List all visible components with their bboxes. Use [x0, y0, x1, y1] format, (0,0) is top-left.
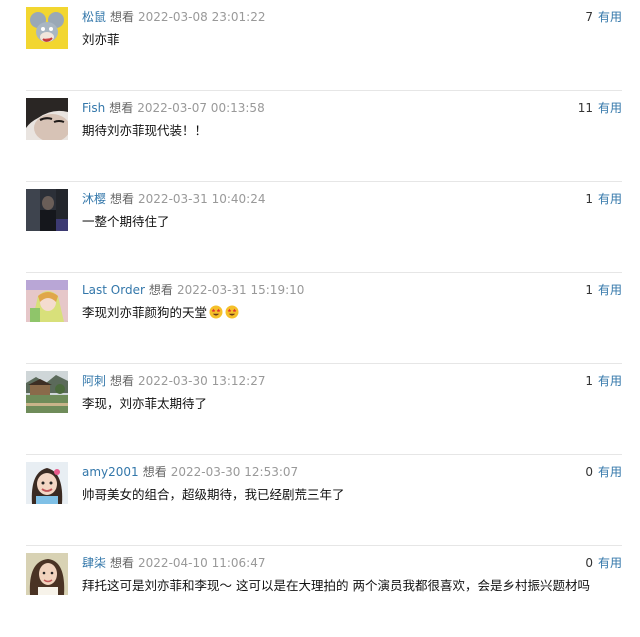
- timestamp: 2022-03-30 12:53:07: [170, 465, 299, 479]
- timestamp: 2022-03-31 10:40:24: [138, 192, 266, 206]
- vote-area: 1 有用: [585, 191, 622, 207]
- child-portrait-avatar[interactable]: [26, 462, 68, 504]
- comment-item: Last Order 想看 2022-03-31 15:19:10 1 有用 李现刘亦…: [26, 273, 622, 364]
- username-link[interactable]: Fish: [82, 101, 105, 115]
- comment-item: 沐樱 想看 2022-03-31 10:40:24 1 有用 一整个期待住了: [26, 182, 622, 273]
- vote-count: 0: [585, 465, 593, 479]
- comment-text: 一整个期待住了: [82, 214, 170, 229]
- comment-meta: amy2001 想看 2022-03-30 12:53:07: [82, 464, 298, 480]
- status-label: 想看: [109, 101, 134, 115]
- comment-item: 松鼠 想看 2022-03-08 23:01:22 7 有用 刘亦菲: [26, 0, 622, 91]
- username-link[interactable]: amy2001: [82, 465, 139, 479]
- vote-count: 1: [585, 374, 593, 388]
- comment-item: Fish 想看 2022-03-07 00:13:58 11 有用 期待刘亦菲现代装！…: [26, 91, 622, 182]
- username-link[interactable]: Last Order: [82, 283, 145, 297]
- comment-text: 刘亦菲: [82, 32, 120, 47]
- comment-list: 松鼠 想看 2022-03-08 23:01:22 7 有用 刘亦菲 Fish 想看 20…: [0, 0, 640, 637]
- status-label: 想看: [110, 192, 135, 206]
- vote-count: 0: [585, 556, 593, 570]
- comment-text: 拜托这可是刘亦菲和李现～ 这可以是在大理拍的 两个演员我都很喜欢，会是乡村振兴题…: [82, 578, 590, 593]
- comment-item: 阿刺 想看 2022-03-30 13:12:27 1 有用 李现，刘亦菲太期待了: [26, 364, 622, 455]
- useful-button[interactable]: 有用: [598, 465, 622, 479]
- star-struck-emoji: [209, 305, 223, 319]
- useful-button[interactable]: 有用: [598, 374, 622, 388]
- useful-button[interactable]: 有用: [598, 101, 622, 115]
- face-closeup-avatar[interactable]: [26, 98, 68, 140]
- vote-area: 0 有用: [585, 464, 622, 480]
- timestamp: 2022-03-31 15:19:10: [176, 283, 305, 297]
- vote-count: 1: [585, 283, 593, 297]
- timestamp: 2022-04-10 11:06:47: [138, 556, 266, 570]
- vote-count: 11: [577, 101, 593, 115]
- landscape-avatar[interactable]: [26, 371, 68, 413]
- useful-button[interactable]: 有用: [598, 556, 622, 570]
- timestamp: 2022-03-07 00:13:58: [137, 101, 265, 115]
- comment-meta: 肆柒 想看 2022-04-10 11:06:47: [82, 555, 265, 571]
- status-label: 想看: [142, 465, 167, 479]
- status-label: 想看: [148, 283, 173, 297]
- comment-text: 李现刘亦菲颜狗的天堂: [82, 304, 239, 322]
- dark-portrait-avatar[interactable]: [26, 189, 68, 231]
- status-label: 想看: [110, 556, 135, 570]
- timestamp: 2022-03-30 13:12:27: [138, 374, 266, 388]
- comment-item: amy2001 想看 2022-03-30 12:53:07 0 有用 帅哥美女的组合…: [26, 455, 622, 546]
- username-link[interactable]: 松鼠: [82, 10, 106, 24]
- username-link[interactable]: 阿刺: [82, 374, 106, 388]
- useful-button[interactable]: 有用: [598, 10, 622, 24]
- comment-text-content: 李现刘亦菲颜狗的天堂: [82, 305, 208, 320]
- anime-avatar[interactable]: [26, 280, 68, 322]
- vote-area: 7 有用: [585, 9, 622, 25]
- star-struck-emoji: [225, 305, 239, 319]
- username-link[interactable]: 沐樱: [82, 192, 106, 206]
- useful-button[interactable]: 有用: [598, 192, 622, 206]
- comment-meta: Fish 想看 2022-03-07 00:13:58: [82, 100, 265, 116]
- comment-text: 李现，刘亦菲太期待了: [82, 396, 208, 411]
- comment-text: 帅哥美女的组合，超级期待，我已经剧荒三年了: [82, 487, 345, 502]
- cartoon-mouse-avatar[interactable]: [26, 7, 68, 49]
- vote-area: 1 有用: [585, 282, 622, 298]
- vote-area: 11 有用: [578, 100, 622, 116]
- status-label: 想看: [110, 10, 135, 24]
- comment-text: 期待刘亦菲现代装！！: [82, 123, 208, 138]
- comment-meta: Last Order 想看 2022-03-31 15:19:10: [82, 282, 304, 298]
- vote-count: 1: [585, 192, 593, 206]
- woman-portrait-avatar[interactable]: [26, 553, 68, 595]
- timestamp: 2022-03-08 23:01:22: [138, 10, 266, 24]
- vote-area: 1 有用: [585, 373, 622, 389]
- comment-meta: 阿刺 想看 2022-03-30 13:12:27: [82, 373, 265, 389]
- vote-count: 7: [585, 10, 593, 24]
- comment-meta: 沐樱 想看 2022-03-31 10:40:24: [82, 191, 265, 207]
- status-label: 想看: [110, 374, 135, 388]
- comment-meta: 松鼠 想看 2022-03-08 23:01:22: [82, 9, 265, 25]
- vote-area: 0 有用: [585, 555, 622, 571]
- useful-button[interactable]: 有用: [598, 283, 622, 297]
- comment-item: 肆柒 想看 2022-04-10 11:06:47 0 有用 拜托这可是刘亦菲和李现～…: [26, 546, 622, 637]
- username-link[interactable]: 肆柒: [82, 556, 106, 570]
